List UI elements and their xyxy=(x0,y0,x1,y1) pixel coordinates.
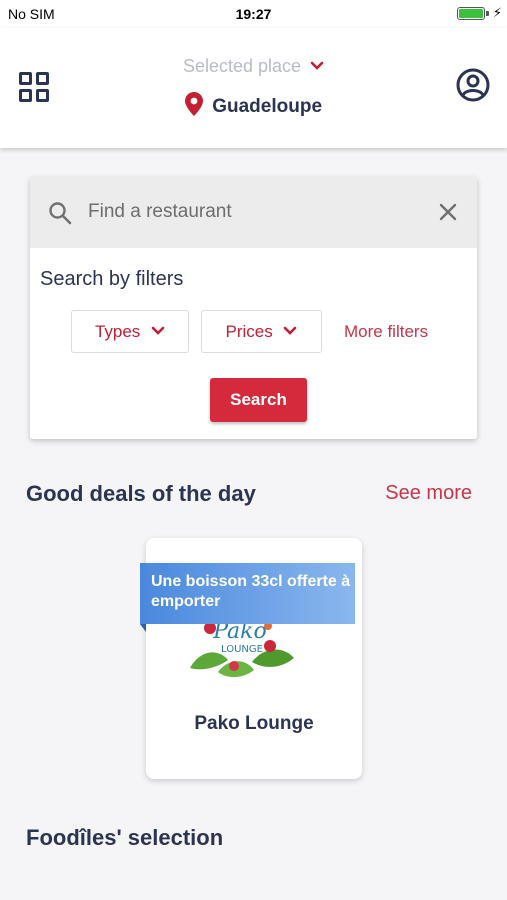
chevron-down-icon xyxy=(284,326,297,335)
search-bar xyxy=(30,177,477,248)
map-pin-icon xyxy=(184,92,203,116)
user-circle-icon[interactable] xyxy=(456,68,490,102)
clock: 19:27 xyxy=(235,6,272,22)
place-selector[interactable]: Selected place xyxy=(0,56,507,77)
battery-icon xyxy=(457,7,485,20)
selected-place-name: Guadeloupe xyxy=(212,96,323,117)
good-deals-heading: Good deals of the day xyxy=(26,481,256,506)
search-button[interactable]: Search xyxy=(210,378,307,422)
search-card: Search by filters Types Prices More filt… xyxy=(30,177,477,439)
deal-restaurant-name: Pako Lounge xyxy=(194,713,314,734)
more-filters-link[interactable]: More filters xyxy=(344,322,428,342)
battery-tip xyxy=(486,11,489,16)
status-bar: No SIM 19:27 ⚡ xyxy=(0,0,507,28)
prices-filter-label: Prices xyxy=(225,322,273,341)
charging-icon: ⚡ xyxy=(492,5,502,20)
app-header: Selected place Guadeloupe xyxy=(0,28,507,148)
prices-filter-button[interactable]: Prices xyxy=(201,310,322,353)
chevron-down-icon xyxy=(310,55,324,76)
selected-place[interactable]: Guadeloupe xyxy=(0,92,507,118)
ribbon-fold xyxy=(140,624,146,632)
see-more-link[interactable]: See more xyxy=(385,482,472,505)
selection-heading: Foodîles' selection xyxy=(26,825,224,850)
logo-subtext: LOUNGE xyxy=(221,644,263,655)
search-input[interactable] xyxy=(88,195,418,229)
deal-card[interactable]: Pako LOUNGE Une boisson 33cl offerte à e… xyxy=(140,538,362,779)
search-icon xyxy=(48,201,72,230)
chevron-down-icon xyxy=(151,326,165,335)
types-filter-button[interactable]: Types xyxy=(71,310,189,353)
close-icon[interactable] xyxy=(439,203,457,226)
types-filter-label: Types xyxy=(94,322,141,341)
place-selector-label: Selected place xyxy=(182,56,302,76)
deal-offer-ribbon: Une boisson 33cl offerte à emporter xyxy=(140,563,355,624)
filters-heading: Search by filters xyxy=(40,268,184,290)
